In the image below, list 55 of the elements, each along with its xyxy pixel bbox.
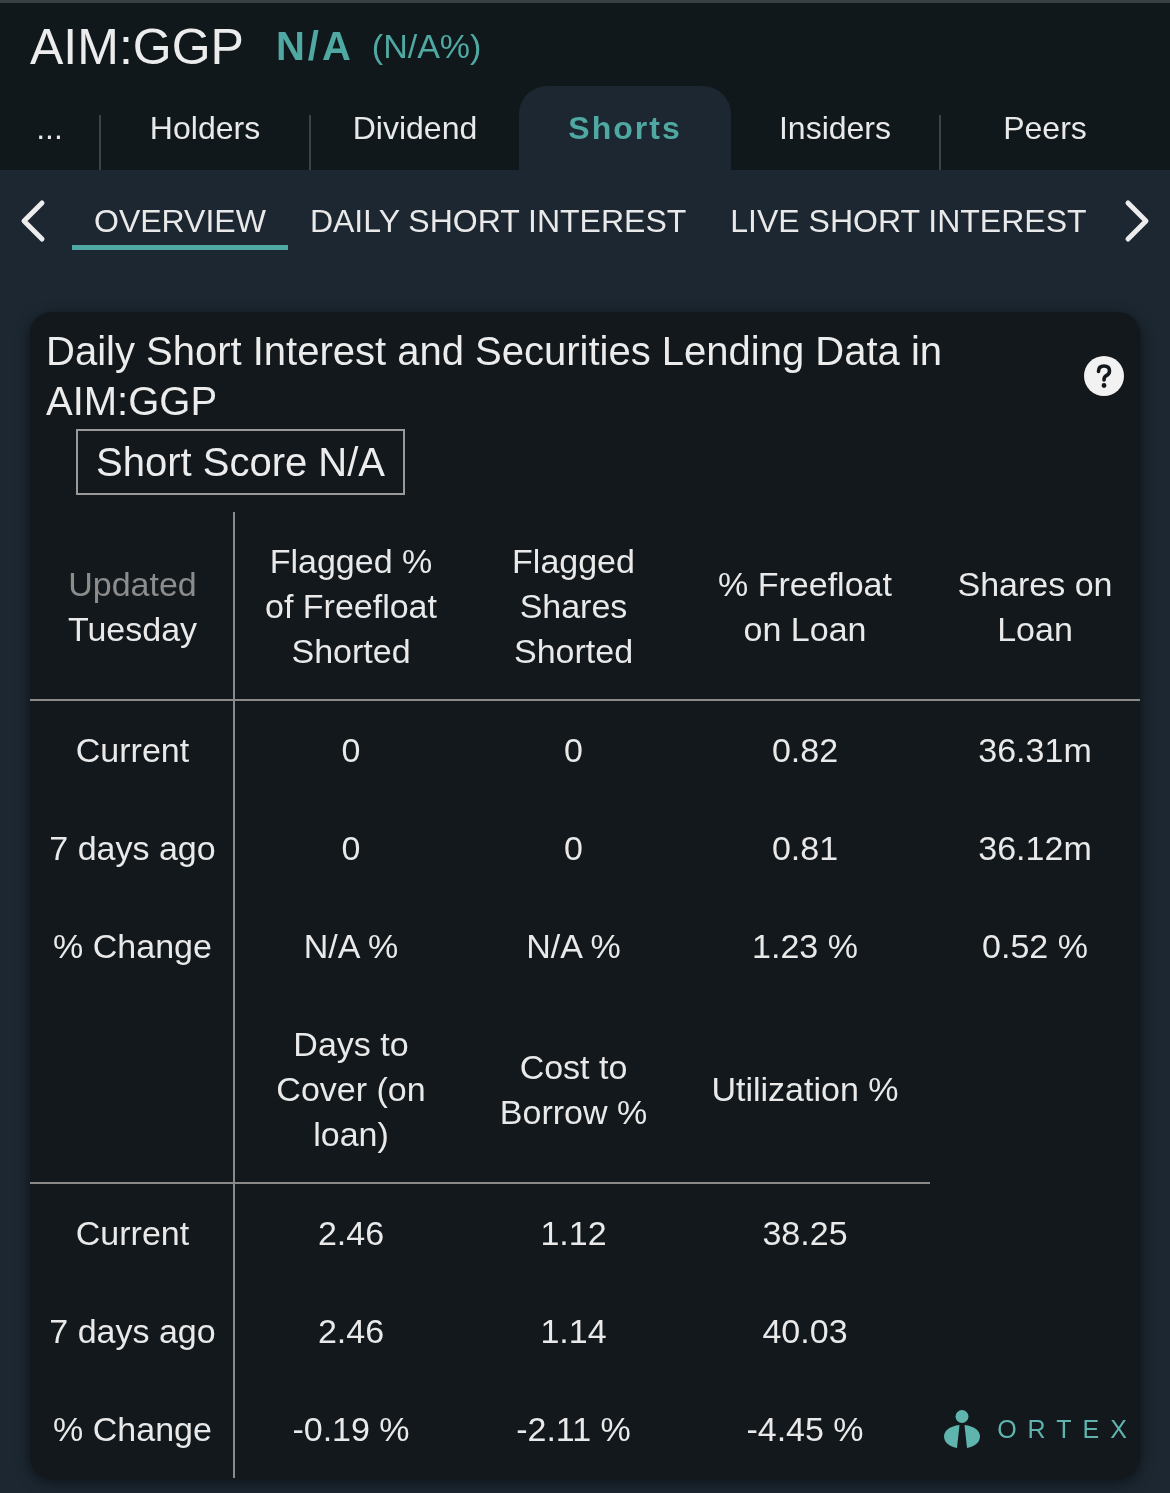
table-cell-text: 38.25 — [762, 1212, 848, 1254]
column-header: % Freefloat on Loan — [717, 563, 893, 650]
table-cell-text: 0.81 — [771, 827, 839, 869]
tab[interactable]: Insiders — [731, 86, 939, 170]
table-cell-text: -0.19 % — [292, 1408, 410, 1450]
table-cell-text: 1.12 — [540, 1212, 607, 1254]
tab[interactable]: Holders — [101, 86, 309, 170]
column-header: Flagged % of Freefloat Shorted — [264, 541, 438, 672]
table-cell-text: 40.03 — [762, 1310, 848, 1352]
table-cell-text: 1.14 — [540, 1310, 607, 1352]
row-label: 7 days ago — [49, 827, 216, 869]
brand-logo-icon — [943, 1410, 982, 1448]
price-change: (N/A%) — [371, 27, 482, 66]
table-cell-text: 2.46 — [317, 1310, 385, 1352]
column-header: Shares on Loan — [956, 563, 1114, 650]
table-cell-text: -4.45 % — [746, 1408, 864, 1450]
tab[interactable]: Peers — [941, 86, 1149, 170]
column-header: Cost to Borrow % — [498, 1046, 649, 1133]
row-label: % Change — [53, 925, 212, 967]
sub-tab[interactable]: DAILY SHORT INTEREST — [287, 192, 709, 250]
table-cell-text: 0 — [341, 729, 361, 771]
tab[interactable]: Dividend — [311, 86, 519, 170]
updated-day: Tuesday — [67, 606, 198, 652]
table-cell-text: 0 — [564, 729, 583, 771]
short-score-badge: Short Score N/A — [76, 429, 405, 495]
column-header: Days to Cover (on loan) — [275, 1024, 427, 1155]
chevron-right-icon[interactable] — [1124, 199, 1150, 243]
help-icon[interactable] — [1084, 356, 1124, 396]
table-cell-text: 1.23 % — [752, 925, 858, 967]
row-label: 7 days ago — [49, 1310, 216, 1352]
tab[interactable]: Shorts — [519, 86, 731, 170]
table-cell-text: 36.31m — [978, 729, 1092, 771]
table-cell-text: 0.82 — [771, 729, 839, 771]
table-cell-text: 0 — [564, 827, 583, 869]
updated-label: Updated — [68, 563, 197, 605]
column-header: Utilization % — [710, 1069, 900, 1110]
price: N/A — [275, 24, 354, 69]
column-header: Flagged Shares Shorted — [511, 541, 636, 672]
table-cell-text: N/A % — [526, 925, 621, 967]
table-cell-text: 36.12m — [978, 827, 1092, 869]
table-cell-text: -2.11 % — [516, 1408, 631, 1450]
sub-tab[interactable]: LIVE SHORT INTEREST — [708, 192, 1109, 250]
table-cell-text: 0.52 % — [982, 925, 1088, 967]
table-cell-text: 2.46 — [317, 1212, 385, 1254]
tab[interactable]: ... — [0, 86, 99, 170]
brand-name: ORTEX — [997, 1413, 1138, 1445]
chevron-left-icon[interactable] — [20, 199, 46, 243]
ticker-symbol: AIM:GGP — [30, 17, 244, 76]
table-cell-text: 0 — [341, 827, 361, 869]
card-title: Daily Short Interest and Securities Lending Data in AIM:GGP — [46, 328, 944, 425]
sub-tab[interactable]: OVERVIEW — [72, 192, 288, 250]
row-label: Current — [75, 729, 190, 771]
row-label: % Change — [53, 1408, 212, 1450]
row-label: Current — [75, 1212, 190, 1254]
table-cell-text: N/A % — [303, 925, 399, 967]
